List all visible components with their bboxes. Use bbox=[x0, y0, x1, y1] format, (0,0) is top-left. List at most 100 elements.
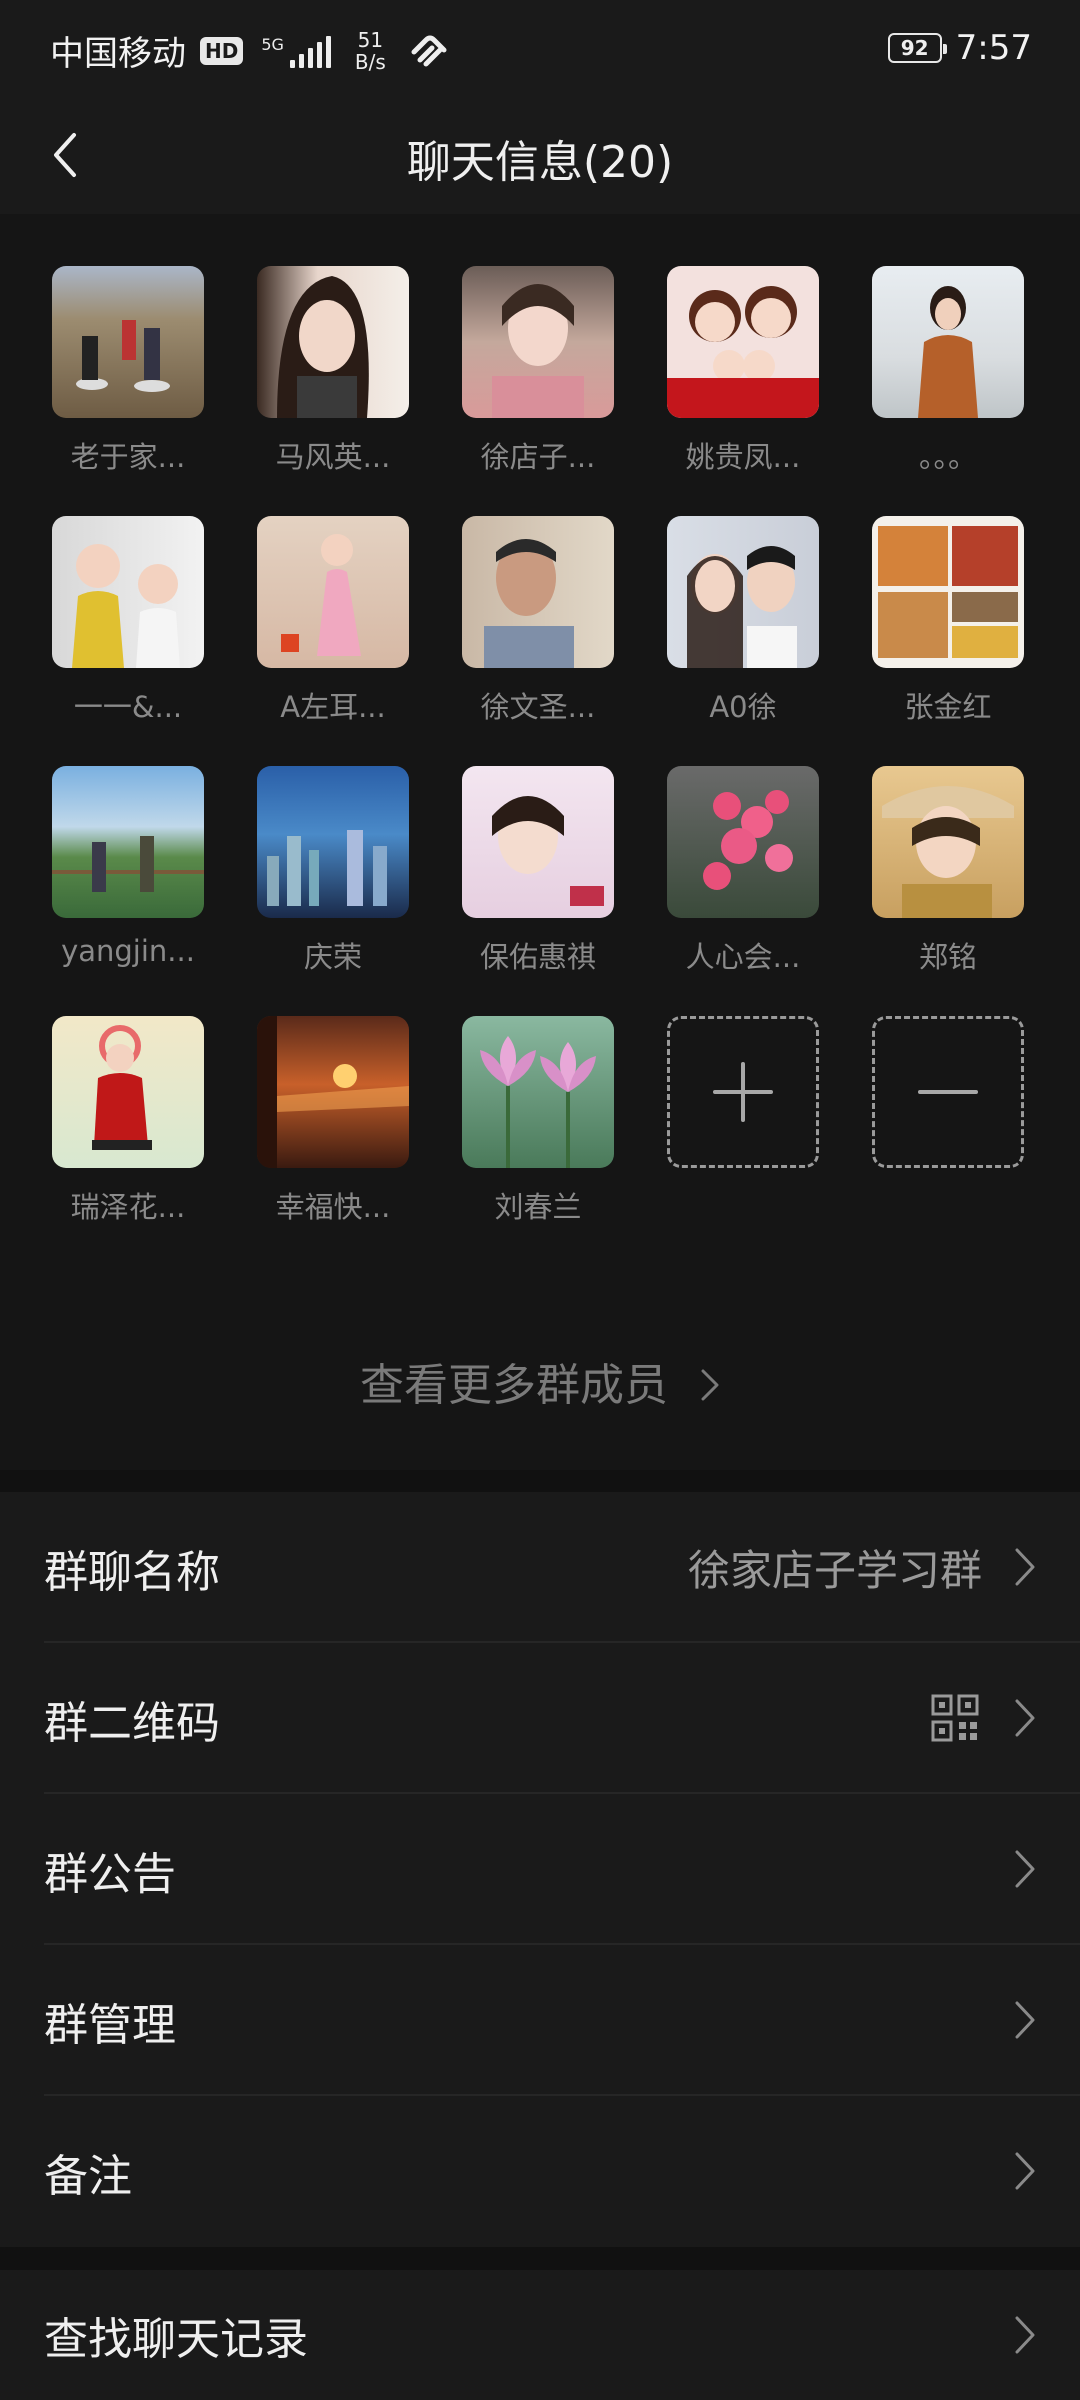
avatar bbox=[667, 266, 819, 418]
chat-tools-list: 查找聊天记录 bbox=[0, 2270, 1080, 2400]
remove-member-button[interactable] bbox=[872, 1016, 1024, 1226]
member-item[interactable]: 一一&... bbox=[52, 516, 204, 726]
speed-value: 51 bbox=[357, 27, 384, 52]
chevron-right-icon bbox=[1015, 2316, 1035, 2354]
add-member-button[interactable] bbox=[667, 1016, 819, 1226]
avatar bbox=[257, 266, 409, 418]
signal-icon: 5G bbox=[261, 34, 331, 68]
member-item[interactable]: 徐店子... bbox=[462, 266, 614, 476]
avatar bbox=[257, 516, 409, 668]
member-name: A0徐 bbox=[709, 690, 777, 724]
remark-label: 备注 bbox=[44, 2150, 132, 2202]
avatar bbox=[872, 266, 1024, 418]
status-right: 92 7:57 bbox=[887, 28, 1032, 68]
avatar bbox=[52, 1016, 204, 1168]
chevron-right-icon bbox=[1015, 1699, 1035, 1737]
search-chat-history-row[interactable]: 查找聊天记录 bbox=[0, 2270, 1080, 2400]
add-member-tile bbox=[667, 1016, 819, 1168]
group-management-label: 群管理 bbox=[44, 1999, 176, 2051]
member-name: 保佑惠祺 bbox=[479, 940, 596, 974]
network-speed: 51 B/s bbox=[355, 29, 386, 73]
chevron-right-icon bbox=[1015, 1850, 1035, 1888]
member-name: 郑铭 bbox=[918, 940, 977, 974]
group-management-row[interactable]: 群管理 bbox=[0, 1945, 1080, 2096]
chevron-right-icon bbox=[1015, 2152, 1035, 2190]
member-item[interactable]: 瑞泽花... bbox=[52, 1016, 204, 1226]
member-name: yangjin... bbox=[61, 934, 195, 968]
battery-level: 92 bbox=[900, 36, 929, 60]
member-item[interactable]: 人心会... bbox=[667, 766, 819, 976]
avatar bbox=[52, 516, 204, 668]
member-item[interactable]: A0徐 bbox=[667, 516, 819, 726]
group-announcement-row[interactable]: 群公告 bbox=[0, 1794, 1080, 1945]
group-name-value: 徐家店子学习群 bbox=[687, 1546, 982, 1595]
group-settings-list: 群聊名称 徐家店子学习群 群二维码 群公告 群管理 备注 bbox=[0, 1492, 1080, 2247]
status-left: 中国移动 HD 5G 51 B/s bbox=[50, 26, 448, 75]
member-item[interactable]: 马风英... bbox=[257, 266, 409, 476]
group-announcement-label: 群公告 bbox=[44, 1848, 176, 1900]
page-title: 聊天信息(20) bbox=[406, 137, 674, 188]
remove-member-tile bbox=[872, 1016, 1024, 1168]
member-name: 刘春兰 bbox=[494, 1190, 582, 1224]
avatar bbox=[52, 266, 204, 418]
member-item[interactable]: 徐文圣... bbox=[462, 516, 614, 726]
chevron-right-icon bbox=[701, 1369, 719, 1401]
member-item[interactable]: 。。。 bbox=[872, 266, 1024, 476]
member-item[interactable]: 庆荣 bbox=[257, 766, 409, 976]
battery-icon: 92 bbox=[887, 33, 947, 63]
member-name: 瑞泽花... bbox=[70, 1190, 186, 1224]
member-item[interactable]: A左耳... bbox=[257, 516, 409, 726]
member-item[interactable]: 姚贵凤... bbox=[667, 266, 819, 476]
group-qr-code-row[interactable]: 群二维码 bbox=[0, 1643, 1080, 1794]
member-item[interactable]: 老于家... bbox=[52, 266, 204, 476]
member-name: 张金红 bbox=[904, 690, 992, 724]
member-name: 。。。 bbox=[918, 440, 977, 474]
chevron-right-icon bbox=[1015, 1548, 1035, 1586]
member-item[interactable]: 幸福快... bbox=[257, 1016, 409, 1226]
qr-code-icon bbox=[931, 1694, 979, 1742]
avatar bbox=[52, 766, 204, 918]
member-item[interactable]: 张金红 bbox=[872, 516, 1024, 726]
group-qr-code-label: 群二维码 bbox=[44, 1697, 220, 1749]
group-name-row[interactable]: 群聊名称 徐家店子学习群 bbox=[0, 1492, 1080, 1643]
avatar bbox=[462, 266, 614, 418]
member-name: 幸福快... bbox=[275, 1190, 391, 1224]
remark-row[interactable]: 备注 bbox=[0, 2096, 1080, 2247]
view-more-members-link[interactable]: 查看更多群成员 bbox=[0, 1349, 1080, 1413]
plus-icon bbox=[713, 1062, 773, 1122]
member-name: 老于家... bbox=[70, 440, 186, 474]
member-item[interactable]: 郑铭 bbox=[872, 766, 1024, 976]
member-item[interactable]: 刘春兰 bbox=[462, 1016, 614, 1226]
status-bar: 中国移动 HD 5G 51 B/s 92 7:57 bbox=[0, 0, 1080, 100]
speed-unit: B/s bbox=[354, 49, 386, 74]
member-name: A左耳... bbox=[280, 690, 386, 724]
member-name: 马风英... bbox=[275, 440, 391, 474]
network-type: 5G bbox=[261, 34, 284, 54]
member-item[interactable]: yangjin... bbox=[52, 766, 204, 976]
member-name: 姚贵凤... bbox=[685, 440, 801, 474]
avatar bbox=[462, 1016, 614, 1168]
member-name: 人心会... bbox=[685, 940, 801, 974]
avatar bbox=[872, 766, 1024, 918]
member-name: 一一&... bbox=[73, 690, 183, 724]
member-name: 徐店子... bbox=[480, 440, 596, 474]
member-name: 徐文圣... bbox=[480, 690, 596, 724]
avatar bbox=[667, 516, 819, 668]
member-name: 庆荣 bbox=[303, 940, 362, 974]
member-item[interactable]: 保佑惠祺 bbox=[462, 766, 614, 976]
group-name-label: 群聊名称 bbox=[44, 1546, 220, 1598]
avatar bbox=[257, 766, 409, 918]
avatar bbox=[667, 766, 819, 918]
health-app-icon bbox=[411, 35, 447, 66]
avatar bbox=[462, 766, 614, 918]
minus-icon bbox=[918, 1090, 978, 1094]
avatar bbox=[462, 516, 614, 668]
carrier-name: 中国移动 bbox=[50, 34, 186, 74]
chevron-right-icon bbox=[1015, 2001, 1035, 2039]
avatar bbox=[257, 1016, 409, 1168]
avatar bbox=[872, 516, 1024, 668]
app-header: 聊天信息(20) bbox=[0, 100, 1080, 214]
search-chat-history-label: 查找聊天记录 bbox=[44, 2314, 308, 2365]
member-grid: 老于家... 马风英... 徐店子... 姚贵凤... 。。。 一一&... A… bbox=[52, 266, 1032, 1226]
hd-badge: HD bbox=[200, 36, 244, 65]
